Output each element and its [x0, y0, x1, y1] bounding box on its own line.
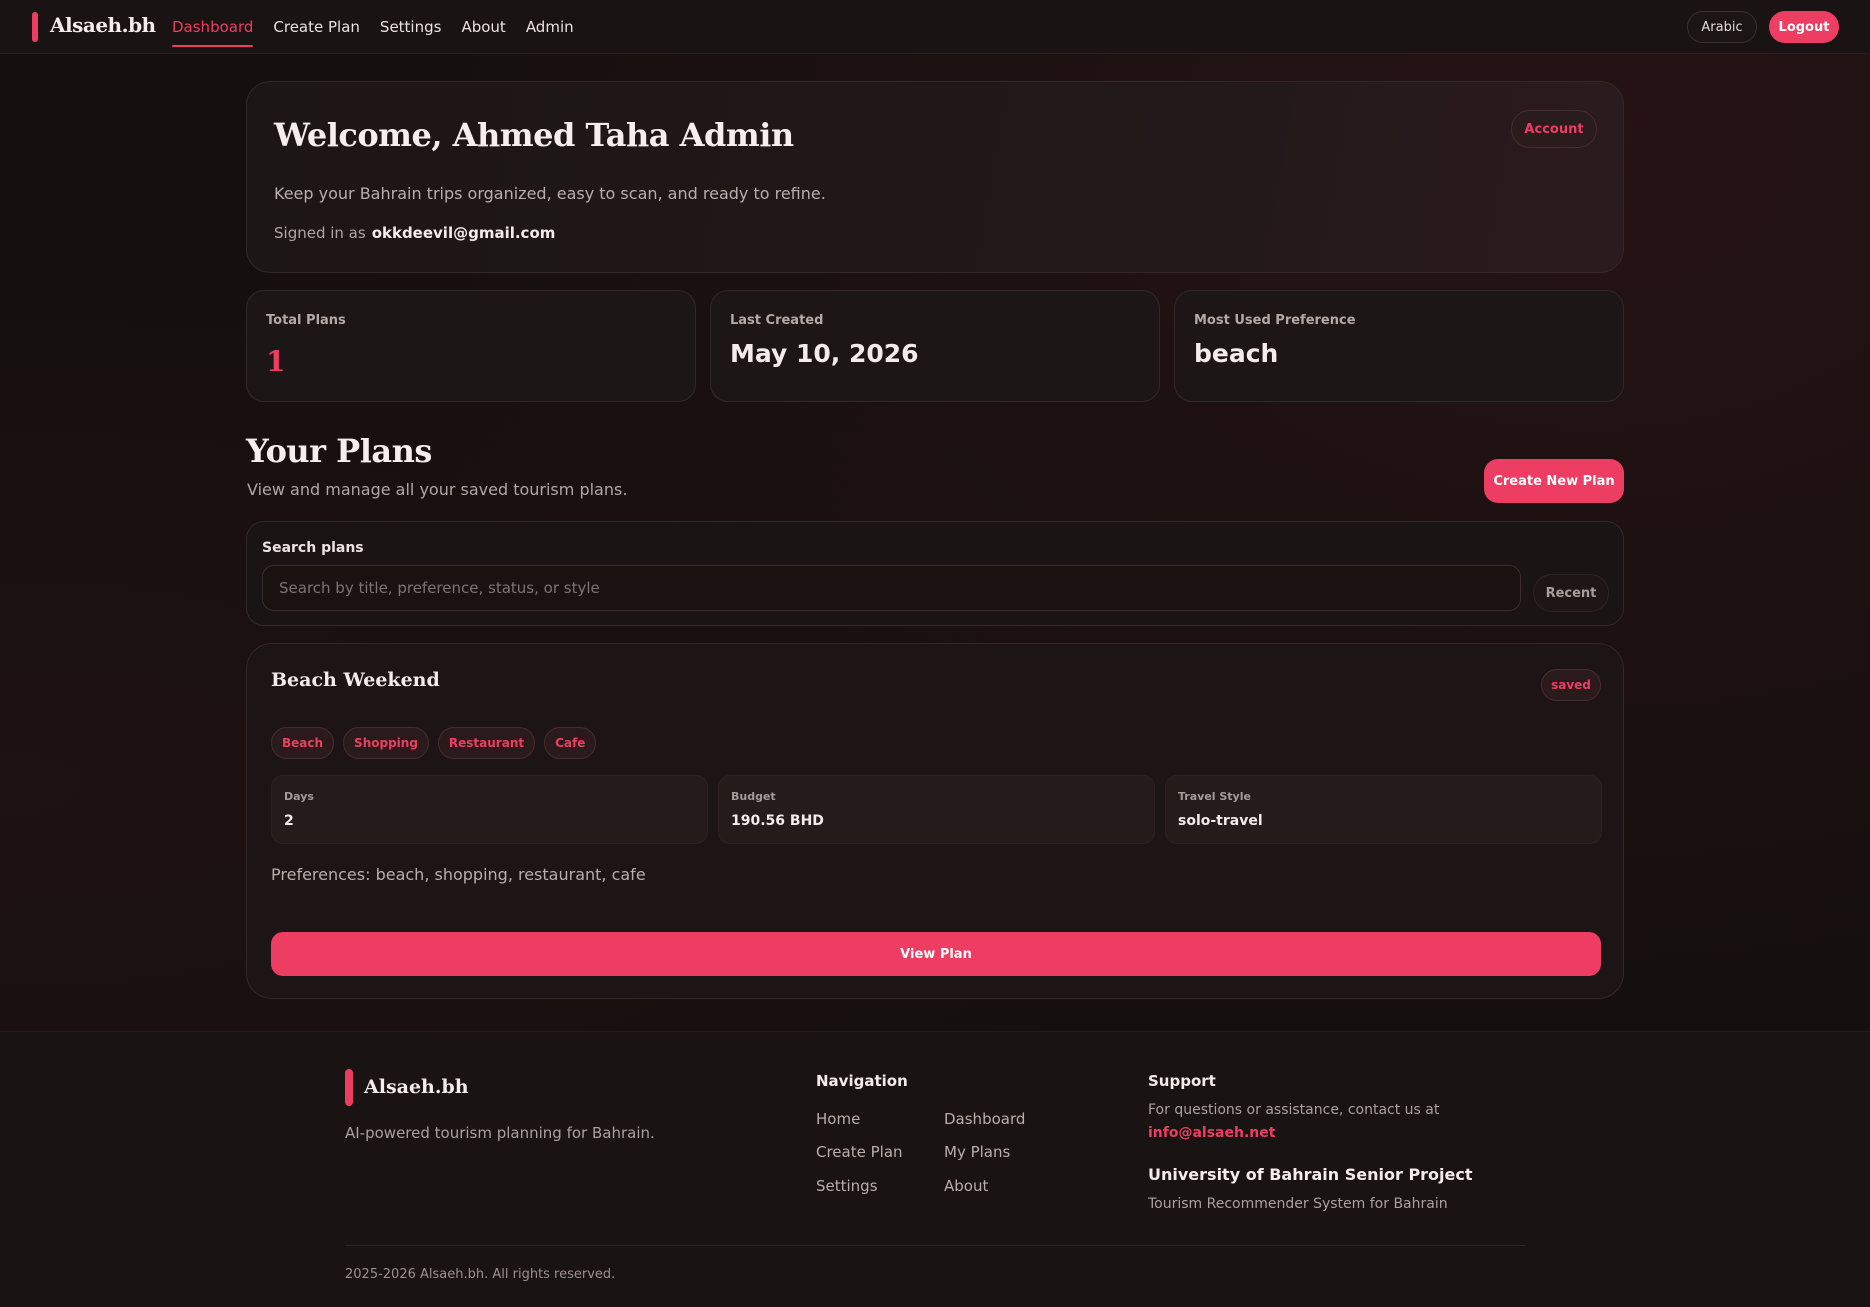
stat-card-total-plans: Total Plans 1 [246, 290, 696, 402]
plans-section-subtitle: View and manage all your saved tourism p… [247, 480, 628, 499]
nav-link-dashboard[interactable]: Dashboard [172, 0, 254, 54]
nav-link-create-plan[interactable]: Create Plan [273, 0, 360, 54]
tag-cafe: Cafe [544, 727, 597, 759]
plan-title: Beach Weekend [271, 669, 440, 691]
plan-metrics: Days 2 Budget 190.56 BHD Travel Style so… [271, 775, 1602, 844]
metric-travel-style: Travel Style solo-travel [1165, 775, 1602, 844]
top-navbar: Alsaeh.bh Dashboard Create Plan Settings… [0, 0, 1870, 54]
stat-value: beach [1194, 339, 1279, 368]
metric-days: Days 2 [271, 775, 708, 844]
stat-label: Last Created [730, 313, 824, 328]
logout-button[interactable]: Logout [1769, 11, 1839, 43]
metric-value: 190.56 BHD [731, 813, 824, 829]
metric-budget: Budget 190.56 BHD [718, 775, 1155, 844]
plans-section-title: Your Plans [246, 432, 432, 470]
account-button[interactable]: Account [1511, 110, 1597, 148]
footer-copyright: 2025-2026 Alsaeh.bh. All rights reserved… [345, 1267, 616, 1282]
stat-value: 1 [266, 345, 286, 378]
nav-link-settings[interactable]: Settings [380, 0, 442, 54]
tag-beach: Beach [271, 727, 335, 759]
nav-link-about[interactable]: About [461, 0, 505, 54]
preference-tags: Beach Shopping Restaurant Cafe [271, 727, 597, 759]
plan-preferences: Preferences: beach, shopping, restaurant… [271, 865, 646, 884]
search-panel: Search plans Recent [246, 521, 1624, 626]
metric-label: Budget [731, 790, 776, 803]
view-plan-button[interactable]: View Plan [271, 932, 1601, 976]
metric-value: 2 [284, 813, 294, 829]
footer-brand-logo: Alsaeh.bh [364, 1076, 469, 1098]
sort-recent-button[interactable]: Recent [1533, 574, 1609, 612]
tag-restaurant: Restaurant [437, 727, 536, 759]
stat-card-most-used-preference: Most Used Preference beach [1174, 290, 1624, 402]
status-badge: saved [1541, 669, 1601, 701]
metric-value: solo-travel [1178, 813, 1263, 829]
metric-label: Travel Style [1178, 790, 1251, 803]
search-label: Search plans [262, 540, 364, 556]
tag-shopping: Shopping [343, 727, 429, 759]
stat-label: Most Used Preference [1194, 313, 1356, 328]
footer-link-my-plans[interactable]: My Plans [944, 1143, 1010, 1161]
metric-label: Days [284, 790, 314, 803]
footer-link-create-plan[interactable]: Create Plan [816, 1143, 903, 1161]
stat-value: May 10, 2026 [730, 339, 919, 368]
footer-link-dashboard[interactable]: Dashboard [944, 1110, 1025, 1128]
footer: Alsaeh.bh AI-powered tourism planning fo… [0, 1031, 1870, 1307]
welcome-card: Welcome, Ahmed Taha Admin Keep your Bahr… [246, 81, 1624, 273]
footer-tagline: AI-powered tourism planning for Bahrain. [345, 1124, 655, 1142]
signed-in-info: Signed in as okkdeevil@gmail.com [274, 224, 555, 242]
footer-support-email-link[interactable]: info@alsaeh.net [1148, 1125, 1275, 1141]
stat-card-last-created: Last Created May 10, 2026 [710, 290, 1160, 402]
signed-in-email: okkdeevil@gmail.com [371, 224, 556, 242]
nav-links: Dashboard Create Plan Settings About Adm… [172, 0, 574, 54]
footer-divider [345, 1245, 1525, 1246]
signed-in-label: Signed in as [274, 224, 366, 242]
search-input[interactable] [262, 565, 1521, 611]
footer-link-about[interactable]: About [944, 1177, 988, 1195]
plan-card: Beach Weekend saved Beach Shopping Resta… [246, 643, 1624, 999]
footer-support-title: Support [1148, 1072, 1216, 1090]
create-new-plan-button[interactable]: Create New Plan [1484, 459, 1624, 503]
language-toggle-button[interactable]: Arabic [1687, 11, 1757, 43]
nav-link-admin[interactable]: Admin [526, 0, 574, 54]
brand-accent-bar [32, 12, 38, 42]
stat-label: Total Plans [266, 313, 346, 328]
welcome-title: Welcome, Ahmed Taha Admin [274, 116, 794, 154]
footer-nav-title: Navigation [816, 1072, 908, 1090]
brand-logo[interactable]: Alsaeh.bh [50, 13, 156, 37]
footer-link-settings[interactable]: Settings [816, 1177, 878, 1195]
welcome-subtitle: Keep your Bahrain trips organized, easy … [274, 184, 826, 203]
footer-brand-accent-bar [345, 1069, 353, 1106]
footer-support-text: For questions or assistance, contact us … [1148, 1102, 1440, 1118]
footer-project-subtitle: Tourism Recommender System for Bahrain [1148, 1196, 1448, 1212]
footer-project-title: University of Bahrain Senior Project [1148, 1165, 1473, 1184]
footer-link-home[interactable]: Home [816, 1110, 860, 1128]
